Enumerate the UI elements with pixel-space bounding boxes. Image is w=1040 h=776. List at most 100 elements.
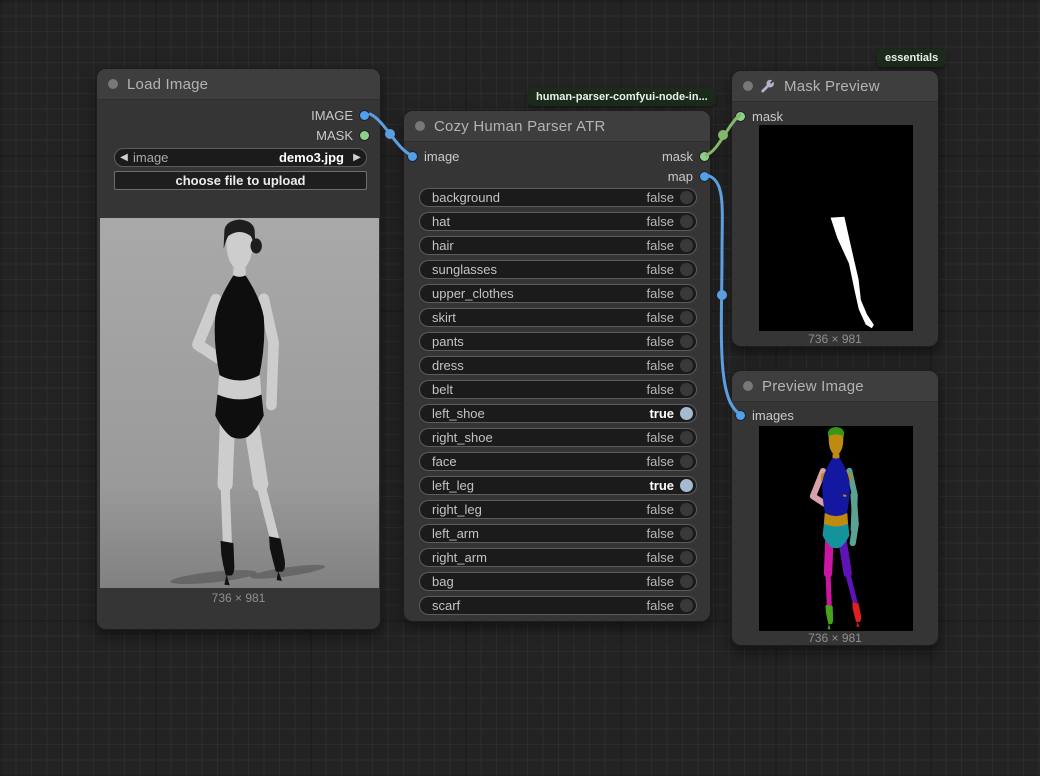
toggle-background[interactable]: backgroundfalse	[419, 188, 697, 207]
toggle-knob-icon	[680, 431, 693, 444]
mask-input-dot-icon[interactable]	[736, 112, 745, 121]
toggle-label: scarf	[420, 598, 647, 613]
toggle-left_leg[interactable]: left_legtrue	[419, 476, 697, 495]
toggle-knob-icon	[680, 191, 693, 204]
toggle-value: false	[647, 430, 674, 445]
toggle-value: true	[649, 478, 674, 493]
output-slot-mask[interactable]: MASK	[316, 127, 369, 143]
toggle-hair[interactable]: hairfalse	[419, 236, 697, 255]
toggle-knob-icon	[680, 479, 693, 492]
toggle-knob-icon	[680, 383, 693, 396]
slot-label: MASK	[316, 128, 353, 143]
toggle-scarf[interactable]: scarffalse	[419, 596, 697, 615]
toggle-upper_clothes[interactable]: upper_clothesfalse	[419, 284, 697, 303]
toggle-knob-icon	[680, 599, 693, 612]
toggle-label: right_leg	[420, 502, 647, 517]
toggle-label: right_shoe	[420, 430, 647, 445]
output-slot-mask[interactable]: mask	[662, 148, 709, 164]
load-image-title-bar[interactable]: Load Image	[97, 69, 380, 100]
toggle-label: right_arm	[420, 550, 647, 565]
node-title: Load Image	[127, 76, 208, 93]
output-slot-image[interactable]: IMAGE	[311, 107, 369, 123]
toggle-value: false	[647, 526, 674, 541]
toggle-value: false	[647, 262, 674, 277]
toggle-face[interactable]: facefalse	[419, 452, 697, 471]
toggle-knob-icon	[680, 551, 693, 564]
toggle-widget-list: backgroundfalsehatfalsehairfalsesunglass…	[419, 188, 697, 620]
output-slot-map[interactable]: map	[668, 168, 709, 184]
toggle-knob-icon	[680, 335, 693, 348]
toggle-right_shoe[interactable]: right_shoefalse	[419, 428, 697, 447]
toggle-value: false	[647, 382, 674, 397]
input-slot-image[interactable]: image	[408, 148, 459, 164]
toggle-right_leg[interactable]: right_legfalse	[419, 500, 697, 519]
human-parser-title-bar[interactable]: Cozy Human Parser ATR	[404, 111, 710, 142]
toggle-label: left_shoe	[420, 406, 649, 421]
input-slot-mask[interactable]: mask	[736, 108, 783, 124]
toggle-skirt[interactable]: skirtfalse	[419, 308, 697, 327]
combo-prev-icon[interactable]: ◀	[115, 152, 133, 163]
toggle-sunglasses[interactable]: sunglassesfalse	[419, 260, 697, 279]
slot-label: mask	[752, 109, 783, 124]
toggle-value: false	[647, 334, 674, 349]
loaded-image-preview	[100, 218, 379, 588]
node-title: Cozy Human Parser ATR	[434, 118, 605, 135]
node-title: Mask Preview	[784, 78, 880, 95]
toggle-knob-icon	[680, 503, 693, 516]
collapse-dot-icon[interactable]	[415, 121, 425, 131]
collapse-dot-icon[interactable]	[108, 79, 118, 89]
toggle-value: false	[647, 454, 674, 469]
toggle-bag[interactable]: bagfalse	[419, 572, 697, 591]
map-output-dot-icon[interactable]	[700, 172, 709, 181]
toggle-label: hair	[420, 238, 647, 253]
preview-image-title-bar[interactable]: Preview Image	[732, 371, 938, 402]
toggle-label: left_arm	[420, 526, 647, 541]
toggle-left_shoe[interactable]: left_shoetrue	[419, 404, 697, 423]
collapse-dot-icon[interactable]	[743, 381, 753, 391]
wrench-icon	[760, 79, 775, 94]
slot-label: image	[424, 149, 459, 164]
slot-label: images	[752, 408, 794, 423]
toggle-pants[interactable]: pantsfalse	[419, 332, 697, 351]
image-input-dot-icon[interactable]	[408, 152, 417, 161]
toggle-knob-icon	[680, 455, 693, 468]
combo-value: demo3.jpg	[279, 150, 344, 165]
node-title: Preview Image	[762, 378, 864, 395]
human-parser-node[interactable]: Cozy Human Parser ATR image mask map bac…	[403, 110, 711, 622]
toggle-knob-icon	[680, 287, 693, 300]
toggle-value: false	[647, 238, 674, 253]
combo-next-icon[interactable]: ▶	[348, 152, 366, 163]
toggle-value: false	[647, 598, 674, 613]
toggle-value: false	[647, 286, 674, 301]
toggle-label: belt	[420, 382, 647, 397]
toggle-knob-icon	[680, 575, 693, 588]
toggle-right_arm[interactable]: right_armfalse	[419, 548, 697, 567]
combo-label: image	[133, 150, 279, 165]
toggle-belt[interactable]: beltfalse	[419, 380, 697, 399]
slot-label: map	[668, 169, 693, 184]
toggle-knob-icon	[680, 311, 693, 324]
image-size-caption: 736 × 981	[732, 332, 938, 346]
photo-figure	[100, 218, 379, 588]
collapse-dot-icon[interactable]	[743, 81, 753, 91]
toggle-left_arm[interactable]: left_armfalse	[419, 524, 697, 543]
images-input-dot-icon[interactable]	[736, 411, 745, 420]
preview-image-node[interactable]: Preview Image images	[731, 370, 939, 646]
mask-output-dot-icon[interactable]	[700, 152, 709, 161]
image-size-caption: 736 × 981	[97, 591, 380, 605]
input-slot-images[interactable]: images	[736, 407, 794, 423]
mask-preview-node[interactable]: Mask Preview mask 736 × 981	[731, 70, 939, 347]
segmentation-figure	[759, 426, 913, 631]
mask-output-dot-icon[interactable]	[360, 131, 369, 140]
image-size-caption: 736 × 981	[732, 631, 938, 645]
load-image-node[interactable]: Load Image IMAGE MASK ◀ image demo3.jpg …	[96, 68, 381, 630]
toggle-value: false	[647, 310, 674, 325]
image-output-dot-icon[interactable]	[360, 111, 369, 120]
toggle-hat[interactable]: hatfalse	[419, 212, 697, 231]
toggle-dress[interactable]: dressfalse	[419, 356, 697, 375]
segmentation-preview-image	[759, 426, 913, 631]
mask-preview-title-bar[interactable]: Mask Preview	[732, 71, 938, 102]
image-combo-widget[interactable]: ◀ image demo3.jpg ▶	[114, 148, 367, 167]
choose-file-button[interactable]: choose file to upload	[114, 171, 367, 190]
toggle-value: false	[647, 502, 674, 517]
